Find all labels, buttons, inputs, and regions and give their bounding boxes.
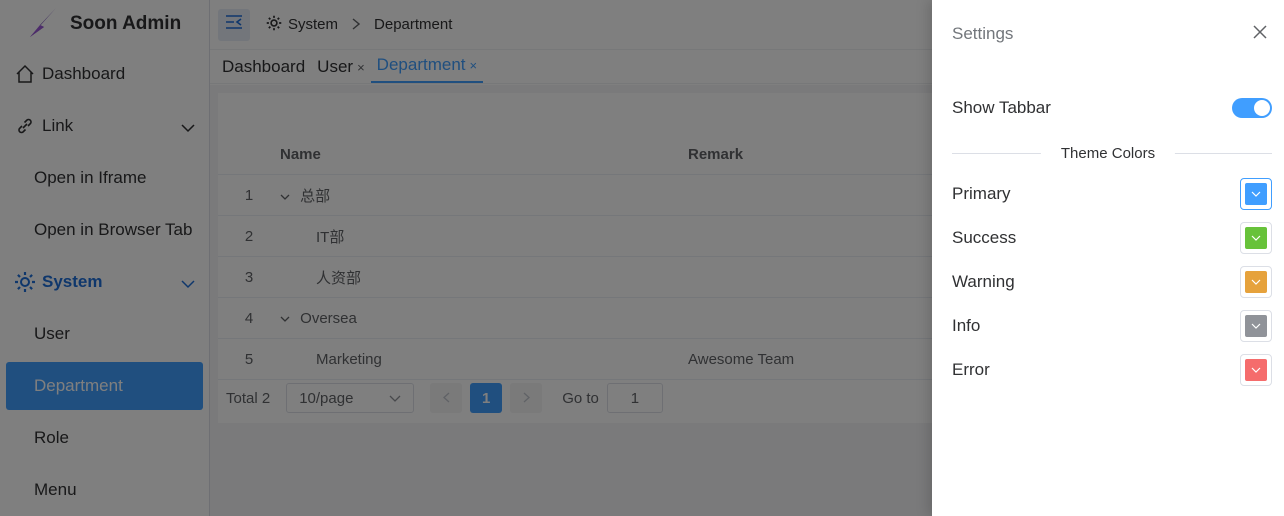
- color-row-error: Error: [952, 354, 1272, 386]
- primary-color-picker[interactable]: [1240, 178, 1272, 210]
- color-row-warning: Warning: [952, 266, 1272, 298]
- chevron-down-icon: [1251, 279, 1261, 285]
- info-color-picker[interactable]: [1240, 310, 1272, 342]
- color-row-success: Success: [952, 222, 1272, 254]
- color-label: Error: [952, 360, 990, 379]
- color-label: Primary: [952, 184, 1011, 203]
- color-swatch: [1245, 271, 1267, 293]
- color-row-info: Info: [952, 310, 1272, 342]
- color-label: Info: [952, 316, 981, 335]
- chevron-down-icon: [1251, 235, 1261, 241]
- drawer-overlay[interactable]: [0, 0, 932, 516]
- warning-color-picker[interactable]: [1240, 266, 1272, 298]
- color-swatch: [1245, 315, 1267, 337]
- chevron-down-icon: [1251, 191, 1261, 197]
- color-swatch: [1245, 227, 1267, 249]
- settings-drawer: Settings Show Tabbar Theme Colors Primar…: [932, 0, 1284, 516]
- show-tabbar-switch[interactable]: [1232, 98, 1272, 118]
- color-swatch: [1245, 183, 1267, 205]
- color-label: Warning: [952, 272, 1015, 291]
- show-tabbar-label: Show Tabbar: [952, 98, 1051, 117]
- chevron-down-icon: [1251, 367, 1261, 373]
- drawer-title: Settings: [952, 24, 1014, 43]
- chevron-down-icon: [1251, 323, 1261, 329]
- close-icon[interactable]: [1252, 24, 1270, 42]
- show-tabbar-row: Show Tabbar: [952, 98, 1272, 118]
- color-label: Success: [952, 228, 1017, 247]
- error-color-picker[interactable]: [1240, 354, 1272, 386]
- theme-colors-heading: Theme Colors: [1040, 145, 1176, 162]
- color-row-primary: Primary: [952, 178, 1272, 210]
- success-color-picker[interactable]: [1240, 222, 1272, 254]
- color-swatch: [1245, 359, 1267, 381]
